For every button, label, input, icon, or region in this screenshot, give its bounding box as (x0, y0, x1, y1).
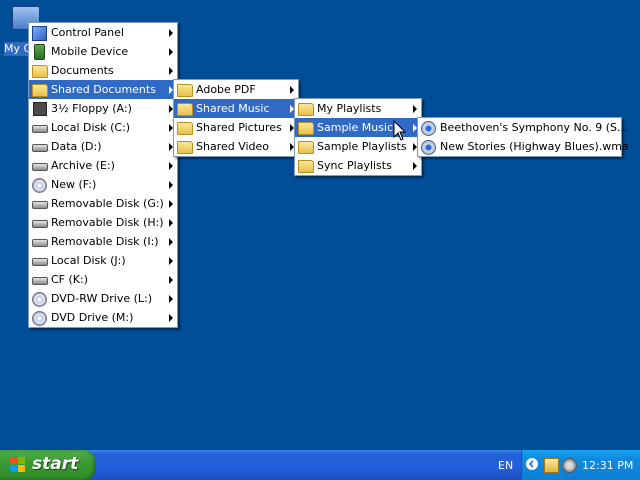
drive-icon (32, 239, 48, 247)
taskbar: start EN 12:31 PM (0, 450, 640, 480)
drive-icon (32, 163, 48, 171)
menu-item-shared-video[interactable]: Shared Video (174, 137, 298, 156)
audio-file-icon (421, 140, 436, 155)
pictures-folder-icon (177, 122, 193, 135)
drive-icon (32, 125, 48, 133)
folder-icon (32, 84, 48, 97)
music-folder-icon (177, 103, 193, 116)
my-computer-menu: Control Panel Mobile Device Documents Sh… (28, 22, 178, 328)
network-folder-icon[interactable] (544, 458, 559, 473)
drive-icon (32, 277, 48, 285)
folder-icon (177, 84, 193, 97)
menu-item-sync-playlists[interactable]: Sync Playlists (295, 156, 421, 175)
submenu-arrow-icon (169, 162, 173, 170)
folder-icon (298, 122, 314, 135)
menu-item-removable-i[interactable]: Removable Disk (I:) (29, 232, 177, 251)
menu-item-cf-k[interactable]: CF (K:) (29, 270, 177, 289)
folder-icon (32, 65, 48, 78)
menu-item-data-d[interactable]: Data (D:) (29, 137, 177, 156)
menu-item-adobe-pdf[interactable]: Adobe PDF (174, 80, 298, 99)
dvd-icon (32, 292, 47, 307)
folder-icon (298, 103, 314, 116)
start-label: start (32, 454, 79, 474)
mobile-device-icon (34, 44, 45, 60)
menu-item-shared-pictures[interactable]: Shared Pictures (174, 118, 298, 137)
menu-item-removable-g[interactable]: Removable Disk (G:) (29, 194, 177, 213)
volume-icon[interactable] (562, 458, 577, 473)
menu-item-control-panel[interactable]: Control Panel (29, 23, 177, 42)
submenu-arrow-icon (169, 314, 173, 322)
drive-icon (32, 258, 48, 266)
menu-item-documents[interactable]: Documents (29, 61, 177, 80)
windows-logo-icon (10, 457, 26, 473)
folder-icon (298, 141, 314, 154)
menu-item-dvd-rw-l[interactable]: DVD-RW Drive (L:) (29, 289, 177, 308)
sample-music-submenu: Beethoven's Symphony No. 9 (S... New Sto… (417, 117, 629, 157)
submenu-arrow-icon (169, 48, 173, 56)
menu-item-archive-e[interactable]: Archive (E:) (29, 156, 177, 175)
submenu-arrow-icon (169, 238, 173, 246)
menu-item-mobile-device[interactable]: Mobile Device (29, 42, 177, 61)
submenu-arrow-icon (413, 162, 417, 170)
drive-icon (32, 144, 48, 152)
menu-item-shared-music[interactable]: Shared Music (174, 99, 298, 118)
submenu-arrow-icon (169, 200, 173, 208)
submenu-arrow-icon (169, 295, 173, 303)
submenu-arrow-icon (413, 105, 417, 113)
submenu-arrow-icon (169, 257, 173, 265)
submenu-arrow-icon (169, 219, 173, 227)
menu-item-dvd-m[interactable]: DVD Drive (M:) (29, 308, 177, 327)
submenu-arrow-icon (169, 29, 173, 37)
folder-icon (298, 160, 314, 173)
video-folder-icon (177, 141, 193, 154)
start-button[interactable]: start (0, 450, 96, 480)
submenu-arrow-icon (169, 181, 173, 189)
language-indicator[interactable]: EN (498, 459, 513, 472)
clock[interactable]: 12:31 PM (582, 459, 633, 472)
menu-item-floppy-a[interactable]: 3½ Floppy (A:) (29, 99, 177, 118)
submenu-arrow-icon (290, 86, 294, 94)
chevron-left-icon[interactable] (526, 458, 538, 470)
menu-item-shared-documents[interactable]: Shared Documents (29, 80, 177, 99)
dvd-icon (32, 311, 47, 326)
cd-icon (32, 178, 47, 193)
audio-file-icon (421, 121, 436, 136)
menu-item-new-stories[interactable]: New Stories (Highway Blues).wma (418, 137, 629, 156)
submenu-arrow-icon (169, 276, 173, 284)
control-panel-icon (32, 26, 47, 41)
menu-item-my-playlists[interactable]: My Playlists (295, 99, 421, 118)
drive-icon (32, 201, 48, 209)
menu-item-removable-h[interactable]: Removable Disk (H:) (29, 213, 177, 232)
submenu-arrow-icon (169, 67, 173, 75)
drive-icon (32, 220, 48, 228)
shared-documents-submenu: Adobe PDF Shared Music Shared Pictures S… (173, 79, 299, 157)
menu-item-local-disk-j[interactable]: Local Disk (J:) (29, 251, 177, 270)
menu-item-local-disk-c[interactable]: Local Disk (C:) (29, 118, 177, 137)
menu-item-beethoven-symphony[interactable]: Beethoven's Symphony No. 9 (S... (418, 118, 627, 137)
floppy-icon (33, 102, 47, 116)
menu-item-new-f[interactable]: New (F:) (29, 175, 177, 194)
